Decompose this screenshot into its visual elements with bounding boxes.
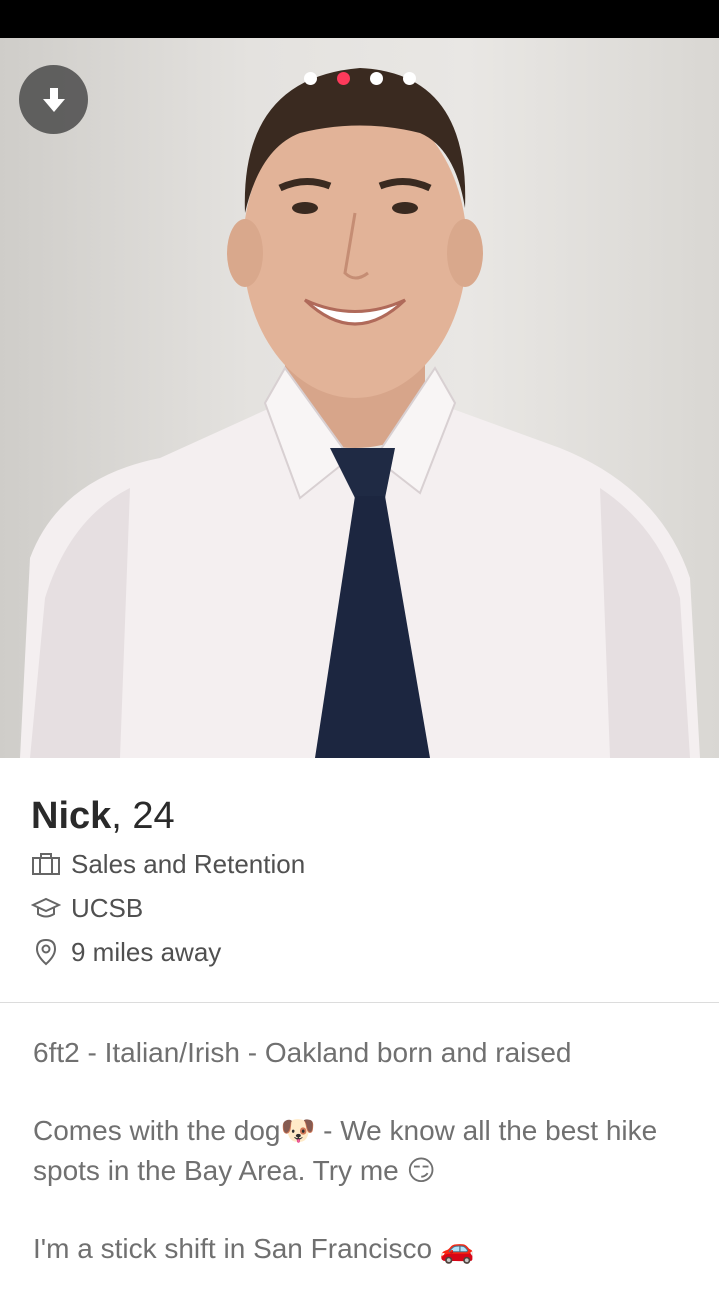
photo-pagination [0, 72, 719, 86]
bio-line-3-text: I'm a stick shift in San Francisco [33, 1233, 440, 1264]
name-separator: , [111, 795, 122, 837]
bio-line-1: 6ft2 - Italian/Irish - Oakland born and … [33, 1037, 572, 1068]
profile-header: Nick, 24 Sales and Retention UCSB 9 mile… [31, 790, 305, 974]
photo-dot-3[interactable] [369, 72, 383, 85]
profile-age: 24 [132, 795, 175, 837]
distance-row: 9 miles away [31, 930, 305, 974]
job-title: Sales and Retention [71, 848, 306, 879]
job-row: Sales and Retention [31, 842, 305, 886]
bio-line-2-start: Comes with the dog [33, 1115, 281, 1146]
profile-name: Nick [31, 795, 112, 837]
bio-line-3: I'm a stick shift in San Francisco 🚗 [33, 1229, 698, 1269]
photo-dot-2[interactable] [336, 72, 350, 85]
status-bar [0, 0, 719, 38]
location-pin-icon [35, 938, 57, 966]
dog-emoji-icon: 🐶 [280, 1114, 316, 1147]
graduation-cap-icon [31, 897, 61, 918]
profile-photo-illustration [20, 68, 700, 758]
briefcase-icon [32, 853, 60, 875]
photo-dot-1[interactable] [303, 72, 317, 85]
photo-dot-4[interactable] [402, 72, 416, 85]
school-row: UCSB [31, 886, 305, 930]
distance-text: 9 miles away [71, 936, 222, 967]
school-name: UCSB [71, 892, 144, 923]
arrow-down-icon [42, 87, 65, 112]
bio-line-2: Comes with the dog🐶 - We know all the be… [33, 1111, 698, 1191]
car-emoji-icon: 🚗 [439, 1232, 475, 1265]
section-divider [0, 1002, 719, 1003]
smirk-emoji-icon: 😏 [406, 1154, 436, 1187]
bio-section: 6ft2 - Italian/Irish - Oakland born and … [33, 1033, 698, 1307]
profile-photo[interactable] [0, 38, 719, 758]
name-age: Nick, 24 [31, 790, 305, 842]
